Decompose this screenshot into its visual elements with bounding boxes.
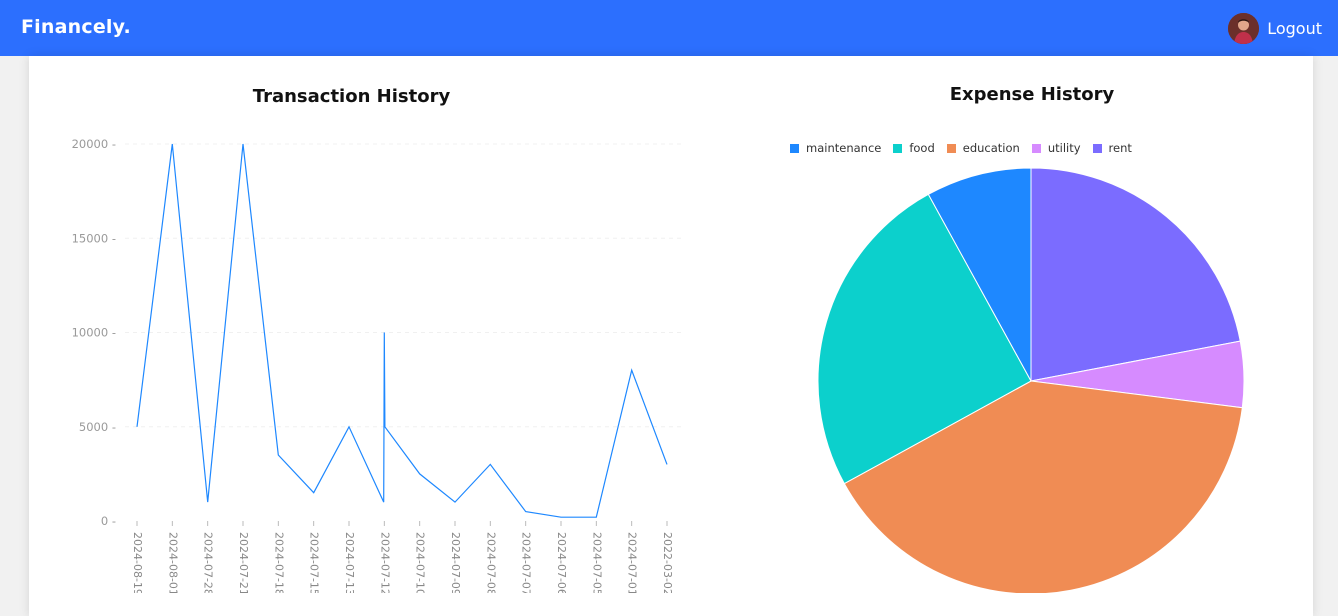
x-tick-label: 2024-07-08	[484, 532, 497, 593]
x-tick-label: 2024-07-10	[414, 532, 427, 593]
x-tick-label: 2024-07-18	[272, 532, 285, 593]
transaction-history-title: Transaction History	[0, 86, 703, 107]
x-tick-label: 2024-07-15	[308, 532, 321, 593]
user-avatar-icon[interactable]	[1228, 13, 1259, 44]
x-tick-label: 2024-07-12	[378, 532, 391, 593]
x-tick-label: 2024-07-05	[590, 532, 603, 593]
logout-link[interactable]: Logout	[1267, 19, 1322, 38]
y-tick-label: 10000 -	[72, 326, 116, 340]
brand-logo[interactable]: Financely.	[21, 16, 131, 38]
x-tick-label: 2024-07-06	[555, 532, 568, 593]
x-tick-label: 2024-07-09	[449, 532, 462, 593]
top-navbar: Financely. Logout	[0, 0, 1338, 56]
x-tick-label: 2024-07-01	[626, 532, 639, 593]
user-area: Logout	[1228, 12, 1322, 44]
x-tick-label: 2024-07-28	[202, 532, 215, 593]
x-tick-label: 2024-08-01	[166, 532, 179, 593]
y-tick-label: 20000 -	[72, 137, 116, 151]
y-tick-label: 0 -	[101, 514, 116, 528]
x-tick-label: 2024-07-13	[343, 532, 356, 593]
x-tick-label: 2022-03-02	[661, 532, 674, 593]
x-tick-label: 2024-07-21	[237, 532, 250, 593]
legend-swatch	[790, 144, 799, 153]
expense-history-title: Expense History	[732, 84, 1332, 105]
transaction-series-line	[137, 144, 667, 517]
expense-history-pie-chart[interactable]	[800, 150, 1270, 593]
x-tick-label: 2024-08-19	[131, 532, 144, 593]
transaction-history-line-chart[interactable]: 0 - 5000 - 10000 - 15000 - 20000 - 2024-08-19…	[0, 120, 720, 593]
y-tick-label: 15000 -	[72, 231, 116, 245]
x-tick-label: 2024-07-07	[520, 532, 533, 593]
y-tick-label: 5000 -	[79, 420, 116, 434]
